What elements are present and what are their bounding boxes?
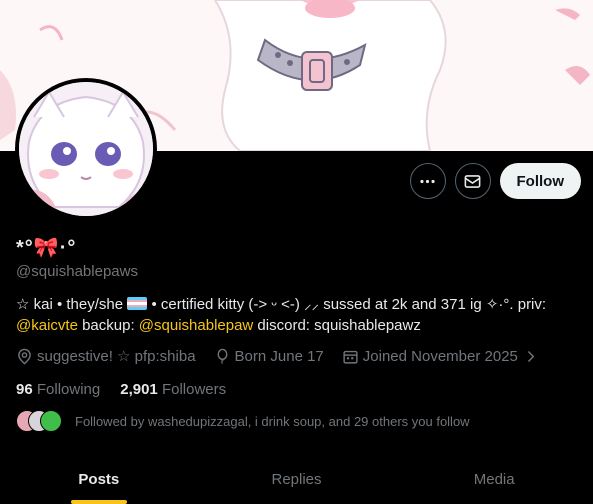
tab-media[interactable]: Media <box>395 455 593 504</box>
bio-text-4: discord: squishablepawz <box>253 317 421 334</box>
display-name-suffix: ·° <box>59 237 77 259</box>
chevron-right-icon <box>527 350 535 362</box>
more-button[interactable] <box>409 163 446 199</box>
location-pin-icon <box>18 348 31 364</box>
birthday: Born June 17 <box>214 348 324 365</box>
balloon-icon <box>217 348 228 364</box>
display-name: *°🎀·° <box>16 235 76 260</box>
user-handle: @squishablepaws <box>16 263 138 280</box>
following-count: 96 <box>16 381 33 398</box>
bow-icon: 🎀 <box>33 237 60 259</box>
bio-link-backup[interactable]: @squishablepaw <box>139 317 253 334</box>
bio-text-3: backup: <box>77 317 139 334</box>
followers-count: 2,901 <box>120 381 158 398</box>
following-label: Following <box>36 381 101 398</box>
profile-tabs: Posts Replies Media <box>0 455 593 504</box>
profile-bio: ☆ kai • they/she • certified kitty (-> ᵕ… <box>16 294 581 336</box>
trans-flag-icon <box>127 297 148 310</box>
more-dots-icon <box>420 179 435 183</box>
follow-button[interactable]: Follow <box>499 163 581 199</box>
bio-link-priv[interactable]: @kaicvte <box>16 317 78 334</box>
profile-actions: Follow <box>409 163 581 199</box>
calendar-icon <box>343 350 358 364</box>
joined-text: Joined November 2025 <box>362 347 518 365</box>
profile-meta: suggestive! ☆ pfp:shiba Born June 17 Joi… <box>16 347 539 365</box>
follow-stats: 96 Following 2,901 Followers <box>16 381 226 398</box>
tab-replies[interactable]: Replies <box>198 455 396 504</box>
followed-by[interactable]: Followed by washedupizzagal, i drink sou… <box>16 410 470 432</box>
bio-text-1: ☆ kai • they/she <box>16 296 124 313</box>
tab-posts[interactable]: Posts <box>0 455 198 504</box>
location: suggestive! ☆ pfp:shiba <box>16 347 196 365</box>
envelope-icon <box>464 174 481 188</box>
display-name-prefix: *° <box>16 237 34 259</box>
message-button[interactable] <box>454 163 491 199</box>
location-text: suggestive! ☆ pfp:shiba <box>37 348 196 365</box>
joined-date[interactable]: Joined November 2025 <box>342 348 539 365</box>
followers-label: Followers <box>161 381 227 398</box>
followed-by-text: Followed by washedupizzagal, i drink sou… <box>75 413 470 429</box>
avatar[interactable] <box>15 78 157 220</box>
bio-text-2: • certified kitty (-> ᵕ <-) ⸝⸝ sussed at… <box>151 296 547 313</box>
following-link[interactable]: 96 Following <box>16 381 100 398</box>
followers-link[interactable]: 2,901 Followers <box>120 381 226 398</box>
avatar <box>40 410 62 432</box>
birthday-text: Born June 17 <box>234 347 324 365</box>
follower-avatars <box>16 410 64 432</box>
